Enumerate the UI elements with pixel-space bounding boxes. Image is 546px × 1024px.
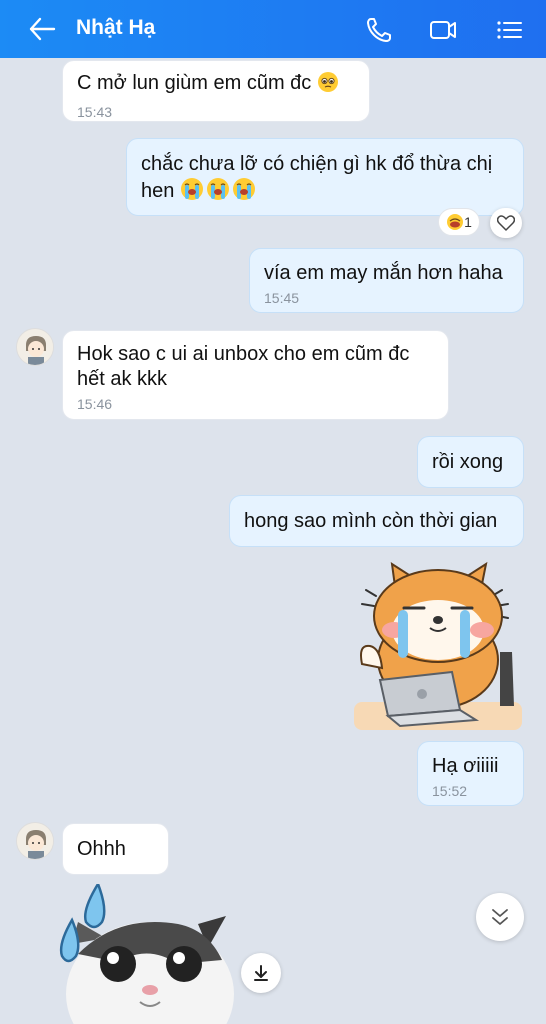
phone-icon[interactable] [364, 15, 394, 45]
message-text: rồi xong [432, 451, 504, 473]
menu-icon[interactable] [494, 15, 524, 45]
laughing-crying-emoji [447, 214, 464, 230]
message-bubble[interactable]: Hok sao c ui ai unbox cho em cũm đc hết … [62, 330, 449, 420]
message-text: Ohhh [77, 838, 126, 860]
message-text: vía em may mắn hơn haha [264, 262, 503, 284]
message-bubble[interactable]: C mở lun giùm em cũm đc 15:43 [62, 60, 370, 122]
download-icon [254, 965, 268, 981]
shiba-crying-laptop-sticker[interactable] [352, 560, 524, 732]
heart-icon [497, 215, 515, 231]
message-text: chắc chưa lỡ có chiện gì hk đổ thừa chị [141, 153, 493, 175]
contact-name[interactable]: Nhật Hạ [76, 16, 155, 40]
message-time: 15:45 [264, 290, 300, 306]
video-call-icon[interactable] [428, 15, 458, 45]
contact-avatar[interactable] [16, 328, 54, 366]
message-text: hen [141, 180, 175, 202]
message-text: Hạ ơiiiii [432, 755, 499, 777]
message-text: Hok sao c ui ai unbox cho em cũm đc [77, 343, 410, 365]
react-heart-button[interactable] [490, 208, 522, 238]
message-bubble[interactable]: Hạ ơiiiii 15:52 [417, 741, 524, 806]
message-time: 15:52 [432, 783, 468, 799]
message-bubble[interactable]: rồi xong [417, 436, 524, 488]
message-text: hết ak kkk [77, 368, 168, 390]
message-bubble[interactable]: Ohhh [62, 823, 169, 875]
message-text: hong sao mình còn thời gian [244, 510, 498, 532]
reaction-count: 1 [464, 214, 472, 230]
crying-face-emoji [180, 177, 256, 208]
cat-sweat-drops-sticker[interactable] [58, 884, 234, 1024]
scroll-to-bottom-button[interactable] [476, 893, 524, 941]
chat-header: Nhật Hạ [0, 0, 546, 58]
contact-avatar[interactable] [16, 822, 54, 860]
pleading-face-emoji [317, 71, 339, 100]
back-arrow-icon[interactable] [28, 16, 56, 42]
message-bubble[interactable]: chắc chưa lỡ có chiện gì hk đổ thừa chị … [126, 138, 524, 216]
message-bubble[interactable]: vía em may mắn hơn haha 15:45 [249, 248, 524, 313]
message-bubble[interactable]: hong sao mình còn thời gian [229, 495, 524, 547]
message-time: 15:43 [77, 104, 113, 120]
double-chevron-down-icon [492, 909, 508, 925]
download-button[interactable] [241, 953, 281, 993]
message-text: C mở lun giùm em cũm đc [77, 72, 312, 94]
message-time: 15:46 [77, 396, 113, 412]
reaction-badge[interactable]: 1 [438, 208, 480, 236]
